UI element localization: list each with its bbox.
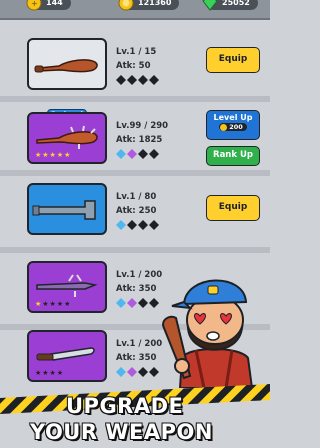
currency-bar: + 144 121360 25052 bbox=[0, 0, 270, 20]
coin-stack-icon bbox=[118, 0, 134, 11]
weapon-attack: Atk: 350 bbox=[116, 284, 157, 294]
equip-button[interactable]: Equip bbox=[206, 47, 260, 73]
weapon-level: Lv.1 / 200 bbox=[116, 339, 163, 349]
coin-counter[interactable]: 121360 bbox=[118, 0, 180, 11]
weapon-stars: ★★★★ bbox=[35, 369, 65, 377]
banner-title-line2: YOUR WEAPON bbox=[30, 420, 213, 445]
weapon-attack: Atk: 1825 bbox=[116, 135, 163, 145]
weapon-card-club[interactable] bbox=[27, 38, 107, 90]
level-up-price: 200 bbox=[219, 123, 247, 131]
gold-coin-icon: + bbox=[26, 0, 42, 11]
promo-banner: UPGRADE YOUR WEAPON bbox=[0, 384, 270, 448]
weapon-row: Equipped ★★★★★ Lv.99 / 290 Atk: 1825 Lev… bbox=[0, 102, 270, 168]
weapon-row: Lv.1 / 15 Atk: 50 Equip bbox=[0, 32, 270, 98]
rank-diamonds bbox=[116, 220, 159, 230]
level-up-label: Level Up bbox=[213, 113, 253, 122]
lead-pipe-icon bbox=[32, 200, 96, 220]
rank-diamonds bbox=[116, 298, 159, 308]
weapon-card-pipe[interactable] bbox=[27, 183, 107, 235]
gold-amount: 144 bbox=[46, 0, 63, 7]
gold-counter[interactable]: + 144 bbox=[26, 0, 71, 11]
rank-diamonds bbox=[116, 149, 159, 159]
weapon-stars: ★★★★★ bbox=[35, 300, 72, 308]
weapon-card-spiked-club[interactable]: ★★★★★ bbox=[27, 112, 107, 164]
weapon-attack: Atk: 250 bbox=[116, 206, 157, 216]
weapon-level: Lv.1 / 80 bbox=[116, 192, 157, 202]
rank-diamonds bbox=[116, 75, 159, 85]
svg-text:+: + bbox=[31, 0, 38, 8]
level-up-button[interactable]: Level Up 200 bbox=[206, 110, 260, 140]
row-divider bbox=[0, 170, 270, 176]
gem-icon bbox=[202, 0, 218, 11]
lumberjack-mascot bbox=[162, 279, 254, 388]
weapon-card-spiked-bat[interactable]: ★★★★★ bbox=[27, 261, 107, 313]
weapon-attack: Atk: 50 bbox=[116, 61, 151, 71]
coin-amount: 121360 bbox=[138, 0, 172, 7]
equip-button[interactable]: Equip bbox=[206, 195, 260, 221]
wooden-club-icon bbox=[34, 59, 98, 73]
gem-amount: 25052 bbox=[222, 0, 250, 7]
weapon-stars: ★★★★★ bbox=[35, 151, 72, 159]
rank-up-button[interactable]: Rank Up bbox=[206, 146, 260, 166]
weapon-level: Lv.1 / 15 bbox=[116, 47, 157, 57]
weapon-level: Lv.99 / 290 bbox=[116, 121, 169, 131]
weapon-card-machete[interactable]: ★★★★ bbox=[27, 330, 107, 382]
rank-diamonds bbox=[116, 367, 159, 377]
weapon-row: Lv.1 / 80 Atk: 250 Equip bbox=[0, 177, 270, 243]
coin-icon bbox=[220, 123, 228, 131]
weapon-level: Lv.1 / 200 bbox=[116, 270, 163, 280]
banner-title-line1: UPGRADE bbox=[65, 394, 184, 419]
gem-counter[interactable]: 25052 bbox=[202, 0, 258, 11]
weapon-attack: Atk: 350 bbox=[116, 353, 157, 363]
